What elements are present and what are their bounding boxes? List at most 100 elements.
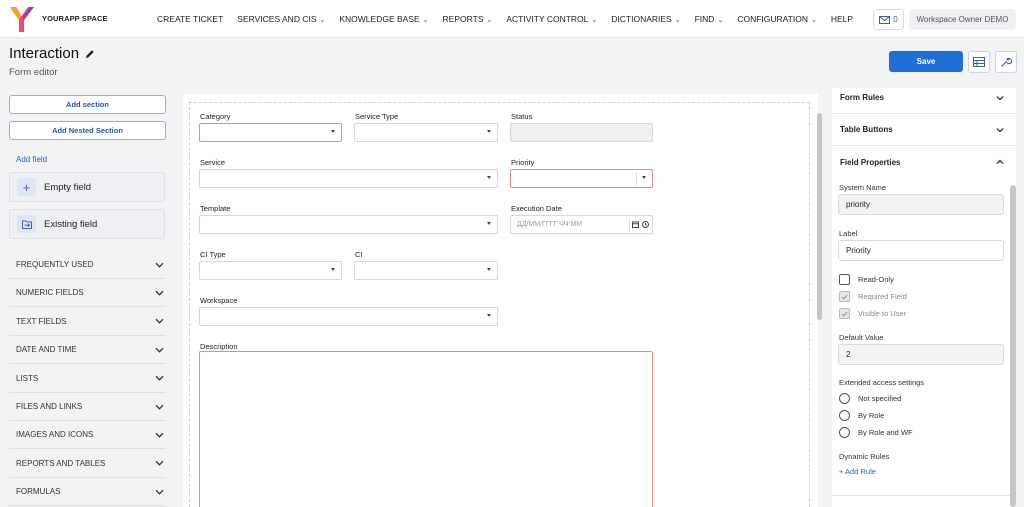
nav-item-find[interactable]: FIND ⌄	[695, 14, 724, 24]
category-select[interactable]	[199, 123, 342, 142]
category-numeric-fields[interactable]: NUMERIC FIELDS	[9, 279, 166, 308]
category-images-and-icons[interactable]: IMAGES AND ICONS	[9, 421, 166, 450]
caret-down-icon	[331, 130, 335, 133]
default-value-label: Default Value	[839, 333, 884, 342]
required-field-checkbox	[839, 291, 850, 302]
ci-select[interactable]	[354, 261, 498, 280]
status-label: Status	[511, 112, 533, 121]
properties-scrollbar[interactable]	[1010, 185, 1016, 507]
execution-date-label: Execution Date	[511, 204, 562, 213]
label-input[interactable]: Priority	[838, 240, 1004, 261]
execution-date-input[interactable]: ДД/ММ/ГГГГ ЧЧ:ММ	[510, 215, 653, 234]
radio-button[interactable]	[839, 427, 850, 438]
date-placeholder: ДД/ММ/ГГГГ ЧЧ:ММ	[517, 221, 583, 228]
nav-item-activity-control[interactable]: ACTIVITY CONTROL ⌄	[506, 14, 597, 24]
read-only-option[interactable]: Read-Only	[839, 274, 894, 285]
category-label: IMAGES AND ICONS	[16, 430, 94, 440]
service-type-select[interactable]	[354, 123, 498, 142]
access-option-not-specified[interactable]: Not specified	[839, 393, 901, 404]
radio-button[interactable]	[839, 393, 850, 404]
system-name-input[interactable]: priority	[838, 194, 1004, 215]
form-rules-accordion[interactable]: Form Rules	[832, 82, 1016, 114]
category-label: FILES AND LINKS	[16, 402, 83, 411]
category-reports-and-tables[interactable]: REPORTS AND TABLES	[9, 450, 166, 478]
divider	[832, 495, 1016, 496]
nav-item-reports[interactable]: REPORTS ⌄	[443, 14, 493, 24]
nav-item-help[interactable]: HELP	[831, 14, 853, 24]
page-subtitle: Form editor	[9, 67, 58, 78]
chevron-down-icon	[996, 127, 1004, 132]
workspace-select[interactable]	[199, 307, 498, 326]
nav-item-dictionaries[interactable]: DICTIONARIES ⌄	[611, 14, 680, 24]
priority-select[interactable]	[510, 169, 653, 188]
page-title-text: Interaction	[9, 45, 80, 62]
template-select[interactable]	[199, 215, 498, 234]
add-nested-section-button[interactable]: Add Nested Section	[9, 121, 166, 140]
empty-field-card[interactable]: + Empty field	[9, 172, 165, 202]
category-label: FREQUENTLY USED	[16, 260, 94, 269]
table-buttons-title: Table Buttons	[840, 125, 893, 134]
settings-tool-button[interactable]	[995, 51, 1017, 73]
caret-down-icon	[642, 176, 646, 179]
radio-button[interactable]	[839, 410, 850, 421]
dynamic-rules-label: Dynamic Rules	[839, 452, 890, 461]
category-files-and-links[interactable]: FILES AND LINKS	[9, 393, 166, 421]
category-frequently-used[interactable]: FREQUENTLY USED	[9, 251, 166, 279]
notifications-button[interactable]: 0	[873, 9, 904, 30]
clock-icon[interactable]	[642, 221, 649, 228]
status-field	[510, 123, 653, 142]
access-option-by-role[interactable]: By Role	[839, 410, 884, 421]
table-buttons-accordion[interactable]: Table Buttons	[832, 114, 1016, 146]
nav-item-label: SERVICES AND CIS	[237, 14, 317, 24]
nav-item-knowledge-base[interactable]: KNOWLEDGE BASE ⌄	[339, 14, 428, 24]
category-label: Category	[200, 112, 231, 121]
nav-item-create-ticket[interactable]: CREATE TICKET	[157, 14, 223, 24]
visible-to-user-option: Visible to User	[839, 308, 906, 319]
table-view-button[interactable]	[968, 51, 990, 73]
ci-type-select[interactable]	[199, 261, 342, 280]
field-properties-accordion[interactable]: Field Properties	[832, 146, 1016, 178]
nav-item-label: CONFIGURATION	[737, 14, 808, 24]
canvas-scrollbar[interactable]	[817, 113, 822, 320]
label-label: Label	[839, 229, 858, 238]
nav-item-configuration[interactable]: CONFIGURATION ⌄	[737, 14, 817, 24]
chevron-down-icon: ⌄	[591, 17, 598, 24]
access-option-by-role-and-wf[interactable]: By Role and WF	[839, 427, 913, 438]
category-date-and-time[interactable]: DATE AND TIME	[9, 336, 166, 365]
service-label: Service	[200, 158, 226, 167]
nav-item-services-and-cis[interactable]: SERVICES AND CIS ⌄	[237, 14, 325, 24]
add-field-link[interactable]: Add field	[16, 155, 47, 164]
checkmark-icon	[841, 311, 848, 317]
chevron-down-icon: ⌄	[422, 17, 429, 24]
properties-panel: Form Rules Table Buttons Field Propertie…	[832, 88, 1016, 507]
system-name-label: System Name	[839, 183, 887, 192]
category-text-fields[interactable]: TEXT FIELDS	[9, 308, 166, 336]
description-label: Description	[200, 342, 238, 351]
pencil-icon[interactable]	[85, 49, 95, 59]
existing-field-card[interactable]: Existing field	[9, 209, 165, 239]
category-lists[interactable]: LISTS	[9, 365, 166, 393]
plus-icon: +	[17, 178, 36, 196]
chevron-down-icon: ⌄	[811, 17, 817, 24]
caret-down-icon	[487, 222, 491, 225]
add-section-button[interactable]: Add section	[9, 95, 166, 114]
add-rule-link[interactable]: + Add Rule	[839, 467, 876, 476]
chevron-down-icon	[155, 375, 164, 381]
caret-down-icon	[487, 176, 491, 179]
priority-label: Priority	[511, 158, 535, 167]
save-button[interactable]: Save	[889, 51, 963, 72]
calendar-icon[interactable]	[632, 221, 639, 228]
read-only-checkbox[interactable]	[839, 274, 850, 285]
default-value-input[interactable]: 2	[838, 344, 1004, 365]
description-textarea[interactable]	[199, 351, 653, 507]
workspace-switcher[interactable]: Workspace Owner DEMO	[909, 9, 1016, 30]
mail-icon	[879, 15, 891, 24]
category-formulas[interactable]: FORMULAS	[9, 478, 166, 507]
service-select[interactable]	[199, 169, 498, 188]
category-label: TEXT FIELDS	[16, 316, 67, 326]
chevron-down-icon	[155, 290, 164, 296]
app-logo-icon[interactable]	[6, 4, 38, 34]
required-field-text: Required Field	[858, 292, 907, 301]
nav-item-label: CREATE TICKET	[157, 14, 224, 24]
caret-down-icon	[487, 268, 491, 271]
